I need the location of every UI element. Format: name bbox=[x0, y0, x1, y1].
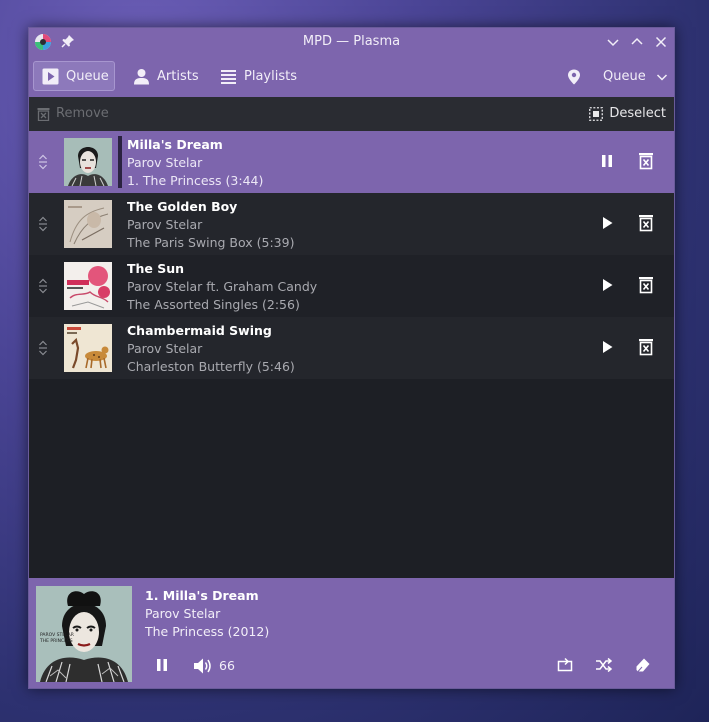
drag-handle-icon[interactable] bbox=[38, 340, 48, 356]
play-icon[interactable] bbox=[599, 215, 615, 231]
selection-icon bbox=[589, 106, 604, 121]
track-info: The Sun Parov Stelar ft. Graham Candy Th… bbox=[127, 260, 317, 314]
track-info: Milla's Dream Parov Stelar 1. The Prince… bbox=[127, 136, 263, 190]
play-icon[interactable] bbox=[599, 277, 615, 293]
track-artist: Parov Stelar bbox=[127, 217, 203, 232]
window-title: MPD — Plasma bbox=[302, 34, 401, 49]
tab-queue-label: Queue bbox=[66, 68, 109, 84]
main-toolbar: Queue Artists Playlists Queue bbox=[29, 57, 674, 97]
now-playing-info: 1. Milla's Dream Parov Stelar The Prince… bbox=[145, 587, 269, 641]
track-album: 1. The Princess (3:44) bbox=[127, 173, 264, 188]
now-playing-panel: PAROV STELAR THE PRINCESS 1. Milla's Dre… bbox=[29, 578, 674, 688]
queue-row-the-golden-boy[interactable]: The Golden Boy Parov Stelar The Paris Sw… bbox=[29, 193, 674, 255]
tab-playlists[interactable]: Playlists bbox=[212, 61, 312, 91]
drag-handle-icon[interactable] bbox=[38, 278, 48, 294]
drag-handle-icon[interactable] bbox=[38, 154, 48, 170]
album-art-image bbox=[64, 200, 112, 248]
delete-icon[interactable] bbox=[638, 276, 654, 294]
list-icon bbox=[221, 69, 236, 84]
user-icon bbox=[134, 68, 149, 84]
track-title: The Golden Boy bbox=[127, 199, 238, 214]
delete-icon[interactable] bbox=[638, 338, 654, 356]
pause-icon[interactable] bbox=[599, 153, 615, 169]
album-art-image bbox=[64, 324, 112, 372]
action-bar: Remove Deselect bbox=[29, 97, 674, 131]
deselect-button-label: Deselect bbox=[609, 106, 666, 121]
tab-artists-label: Artists bbox=[157, 68, 199, 84]
title-bar[interactable]: MPD — Plasma bbox=[29, 28, 674, 57]
track-title: The Sun bbox=[127, 261, 185, 276]
repeat-icon[interactable] bbox=[557, 657, 573, 673]
eraser-icon[interactable] bbox=[635, 657, 651, 673]
volume-icon[interactable] bbox=[193, 657, 213, 675]
queue-list: Milla's Dream Parov Stelar 1. The Prince… bbox=[29, 131, 674, 379]
drag-handle-icon[interactable] bbox=[38, 216, 48, 232]
album-art-image bbox=[64, 262, 112, 310]
now-playing-artist: Parov Stelar bbox=[145, 606, 221, 621]
delete-icon[interactable] bbox=[638, 214, 654, 232]
chevron-down-icon bbox=[656, 73, 667, 81]
app-window: MPD — Plasma Queue Artists Playlists Que… bbox=[28, 27, 675, 689]
volume-level: 66 bbox=[219, 658, 235, 673]
now-playing-album-art: PAROV STELAR THE PRINCESS bbox=[36, 586, 132, 682]
view-select-label: Queue bbox=[603, 69, 646, 84]
track-title: Milla's Dream bbox=[127, 137, 223, 152]
track-artist: Parov Stelar bbox=[127, 155, 203, 170]
play-icon bbox=[42, 68, 59, 84]
queue-row-chambermaid-swing[interactable]: Chambermaid Swing Parov Stelar Charlesto… bbox=[29, 317, 674, 379]
remove-button[interactable]: Remove bbox=[37, 106, 109, 121]
track-info: The Golden Boy Parov Stelar The Paris Sw… bbox=[127, 198, 294, 252]
track-artist: Parov Stelar bbox=[127, 341, 203, 356]
track-title: Chambermaid Swing bbox=[127, 323, 272, 338]
track-album: The Paris Swing Box (5:39) bbox=[127, 235, 295, 250]
map-pin-icon[interactable] bbox=[567, 69, 581, 85]
queue-row-milla-s-dream[interactable]: Milla's Dream Parov Stelar 1. The Prince… bbox=[29, 131, 674, 193]
now-playing-album: The Princess (2012) bbox=[145, 624, 270, 639]
maximize-icon[interactable] bbox=[629, 34, 645, 50]
view-select[interactable]: Queue bbox=[603, 69, 668, 84]
track-album: The Assorted Singles (2:56) bbox=[127, 297, 300, 312]
tab-playlists-label: Playlists bbox=[244, 68, 297, 84]
play-icon[interactable] bbox=[599, 339, 615, 355]
queue-row-the-sun[interactable]: The Sun Parov Stelar ft. Graham Candy Th… bbox=[29, 255, 674, 317]
now-playing-title: 1. Milla's Dream bbox=[145, 588, 259, 603]
minimize-icon[interactable] bbox=[605, 34, 621, 50]
track-artist: Parov Stelar ft. Graham Candy bbox=[127, 279, 318, 294]
deselect-button[interactable]: Deselect bbox=[589, 106, 666, 121]
album-art-title-text: THE PRINCESS bbox=[39, 638, 73, 644]
tab-queue[interactable]: Queue bbox=[33, 61, 115, 91]
close-icon[interactable] bbox=[653, 34, 669, 50]
shuffle-icon[interactable] bbox=[595, 657, 613, 673]
track-album: Charleston Butterfly (5:46) bbox=[127, 359, 295, 374]
album-art-image bbox=[64, 138, 112, 186]
delete-icon[interactable] bbox=[638, 152, 654, 170]
track-info: Chambermaid Swing Parov Stelar Charlesto… bbox=[127, 322, 295, 376]
trash-icon bbox=[37, 107, 50, 121]
album-art-artist-text: PAROV STELAR bbox=[40, 632, 74, 638]
pause-button[interactable] bbox=[154, 657, 170, 673]
current-track-marker bbox=[118, 136, 122, 188]
tab-artists[interactable]: Artists bbox=[125, 61, 207, 91]
remove-button-label: Remove bbox=[56, 106, 109, 121]
